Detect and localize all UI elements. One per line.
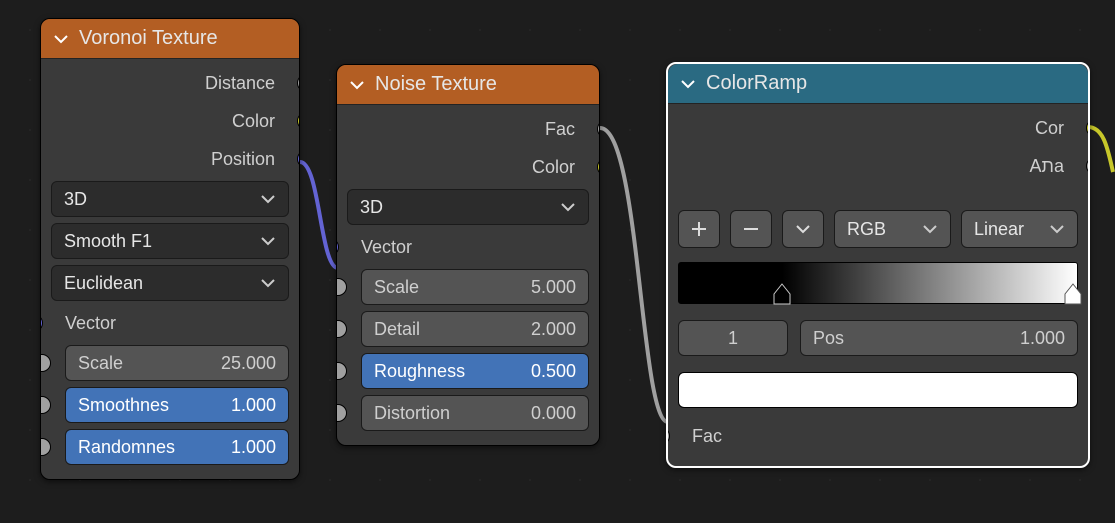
gradient-stop-1[interactable]	[1064, 282, 1082, 306]
socket-in-detail[interactable]	[336, 320, 347, 338]
dropdown-value: Linear	[974, 219, 1024, 240]
gradient-strip[interactable]	[678, 262, 1078, 304]
socket-in-smoothness[interactable]	[40, 396, 51, 414]
socket-in-scale[interactable]	[336, 278, 347, 296]
node-header[interactable]: Voronoi Texture	[41, 19, 299, 59]
socket-in-vector[interactable]	[336, 238, 339, 256]
gradient-stop-0[interactable]	[773, 282, 791, 306]
field-label: Distortion	[374, 403, 450, 424]
field-value: 0.500	[531, 361, 576, 382]
chevron-down-icon	[53, 31, 69, 47]
socket-in-scale[interactable]	[40, 354, 51, 372]
field-roughness[interactable]: Roughness 0.500	[361, 353, 589, 389]
dropdown-dimensions[interactable]: 3D	[347, 189, 589, 225]
node-title: Voronoi Texture	[79, 27, 218, 50]
socket-in-vector[interactable]	[40, 314, 43, 332]
input-label-vector: Vector	[361, 237, 412, 258]
socket-in-randomness[interactable]	[40, 438, 51, 456]
socket-in-distortion[interactable]	[336, 404, 347, 422]
dropdown-value: RGB	[847, 219, 886, 240]
field-label: Scale	[78, 353, 123, 374]
chevron-down-icon	[260, 233, 276, 249]
node-voronoi-texture[interactable]: Voronoi Texture Distance Color Position …	[40, 18, 300, 480]
socket-out-color[interactable]	[1086, 119, 1090, 137]
field-value: 1.000	[1020, 328, 1065, 349]
output-label-color: Color	[532, 157, 575, 178]
chevron-down-icon	[680, 76, 696, 92]
color-swatch[interactable]	[678, 372, 1078, 408]
field-label: Roughness	[374, 361, 465, 382]
node-noise-texture[interactable]: Noise Texture Fac Color 3D Vector Scale …	[336, 64, 600, 446]
dropdown-interpolation[interactable]: Linear	[961, 210, 1078, 248]
field-label: Detail	[374, 319, 420, 340]
chevron-down-icon	[1049, 221, 1065, 237]
field-label: Randomnes	[78, 437, 175, 458]
field-label: Smoothnes	[78, 395, 169, 416]
field-value: 1.000	[231, 395, 276, 416]
field-stop-index[interactable]: 1	[678, 320, 788, 356]
field-value: 1.000	[231, 437, 276, 458]
socket-out-color[interactable]	[597, 158, 600, 176]
socket-in-fac[interactable]	[666, 427, 670, 445]
chevron-down-icon	[560, 199, 576, 215]
ramp-menu-button[interactable]	[782, 210, 824, 248]
field-distortion[interactable]: Distortion 0.000	[361, 395, 589, 431]
field-value: 5.000	[531, 277, 576, 298]
output-label-fac: Fac	[545, 119, 575, 140]
output-label-color: Color	[232, 111, 275, 132]
field-randomness[interactable]: Randomnes 1.000	[65, 429, 289, 465]
field-stop-position[interactable]: Pos 1.000	[800, 320, 1078, 356]
chevron-down-icon	[260, 275, 276, 291]
field-value: 25.000	[221, 353, 276, 374]
field-smoothness[interactable]: Smoothnes 1.000	[65, 387, 289, 423]
dropdown-value: Smooth F1	[64, 231, 152, 252]
node-header[interactable]: ColorRamp	[668, 64, 1088, 104]
input-label-vector: Vector	[65, 313, 116, 334]
dropdown-color-mode[interactable]: RGB	[834, 210, 951, 248]
field-value: 0.000	[531, 403, 576, 424]
dropdown-value: 3D	[360, 197, 383, 218]
field-scale[interactable]: Scale 25.000	[65, 345, 289, 381]
dropdown-feature[interactable]: Smooth F1	[51, 223, 289, 259]
chevron-down-icon	[922, 221, 938, 237]
node-title: Noise Texture	[375, 73, 497, 96]
field-detail[interactable]: Detail 2.000	[361, 311, 589, 347]
chevron-down-icon	[260, 191, 276, 207]
output-label-alpha: Aתa	[1030, 156, 1064, 177]
chevron-down-icon	[349, 77, 365, 93]
node-header[interactable]: Noise Texture	[337, 65, 599, 105]
node-title: ColorRamp	[706, 72, 807, 95]
node-colorramp[interactable]: ColorRamp Cor Aתa RGB Linear	[666, 62, 1090, 468]
field-label: Scale	[374, 277, 419, 298]
field-scale[interactable]: Scale 5.000	[361, 269, 589, 305]
output-label-position: Position	[211, 149, 275, 170]
dropdown-metric[interactable]: Euclidean	[51, 265, 289, 301]
output-label-color: Cor	[1035, 118, 1064, 139]
dropdown-value: 3D	[64, 189, 87, 210]
field-value: 2.000	[531, 319, 576, 340]
ramp-remove-button[interactable]	[730, 210, 772, 248]
dropdown-dimensions[interactable]: 3D	[51, 181, 289, 217]
socket-out-fac[interactable]	[597, 120, 600, 138]
dropdown-value: Euclidean	[64, 273, 143, 294]
socket-out-position[interactable]	[297, 150, 300, 168]
output-label-distance: Distance	[205, 73, 275, 94]
socket-in-roughness[interactable]	[336, 362, 347, 380]
input-label-fac: Fac	[692, 426, 722, 447]
socket-out-alpha[interactable]	[1086, 157, 1090, 175]
socket-out-color[interactable]	[297, 112, 300, 130]
ramp-add-button[interactable]	[678, 210, 720, 248]
socket-out-distance[interactable]	[297, 74, 300, 92]
field-value: 1	[728, 328, 738, 349]
field-label: Pos	[813, 328, 844, 349]
